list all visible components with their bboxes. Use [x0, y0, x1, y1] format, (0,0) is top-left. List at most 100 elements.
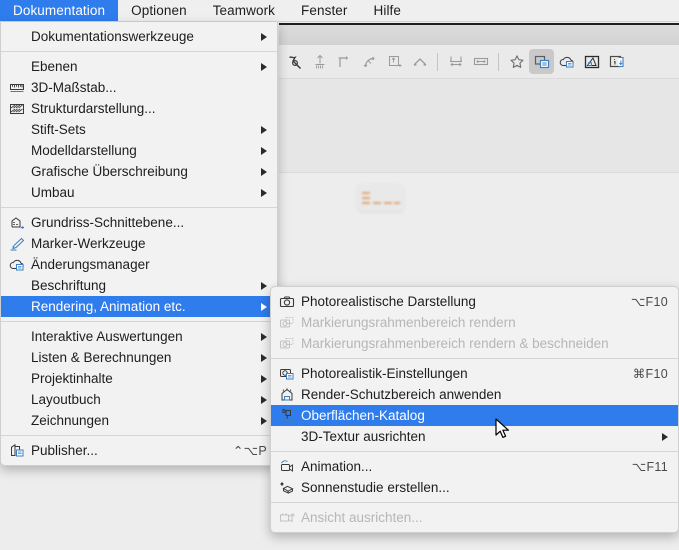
menu-item-label: Grafische Überschreibung — [31, 164, 188, 179]
menu-item-label: Zeichnungen — [31, 413, 110, 428]
menu-separator — [271, 451, 678, 452]
menubar-item-hilfe[interactable]: Hilfe — [361, 0, 415, 21]
canvas-upper-band — [279, 79, 679, 173]
menu-item-label: Markierungsrahmenbereich rendern — [301, 315, 516, 330]
menu-item-rendering-animation-etc[interactable]: Rendering, Animation etc. — [1, 296, 277, 317]
menu-item-änderungsmanager[interactable]: Änderungsmanager — [1, 254, 277, 275]
menubar-item-label: Teamwork — [212, 3, 276, 18]
menu-item-label: Interaktive Auswertungen — [31, 329, 183, 344]
menu-item-ebenen[interactable]: Ebenen — [1, 56, 277, 77]
menu-item-oberflächen-katalog[interactable]: Oberflächen-Katalog — [271, 405, 678, 426]
menu-item-dokumentationswerkzeuge[interactable]: Dokumentationswerkzeuge — [1, 26, 277, 47]
linear-dimension-tool[interactable] — [332, 49, 357, 74]
info-publish-button[interactable] — [604, 49, 629, 74]
radial-dimension-tool[interactable] — [357, 49, 382, 74]
menu-item-sonnenstudie-erstellen[interactable]: Sonnenstudie erstellen... — [271, 477, 678, 498]
scale-ruler-icon — [9, 80, 31, 96]
menu-item-label: Grundriss-Schnittebene... — [31, 215, 185, 230]
menu-item-zeichnungen[interactable]: Zeichnungen — [1, 410, 277, 431]
menubar-item-label: Hilfe — [373, 3, 402, 18]
menu-item-ansicht-ausrichten: Ansicht ausrichten... — [271, 507, 678, 528]
roof-icon — [412, 54, 428, 70]
menu-item-stift-sets[interactable]: Stift-Sets — [1, 119, 277, 140]
menu-item-photorealistik-einstellungen[interactable]: Photorealistik-Einstellungen ⌘F10 — [271, 363, 678, 384]
level-dimension-tool[interactable] — [307, 49, 332, 74]
change-manager-button[interactable] — [554, 49, 579, 74]
menu-separator — [271, 358, 678, 359]
menu-item-listen-berechnungen[interactable]: Listen & Berechnungen — [1, 347, 277, 368]
rendering-submenu: Photorealistische Darstellung ⌥F10 Markie… — [270, 286, 679, 533]
submenu-arrow-icon — [261, 416, 267, 425]
change-manager-icon — [559, 54, 575, 70]
menu-item-marker-werkzeuge[interactable]: Marker-Werkzeuge — [1, 233, 277, 254]
menubar-item-label: Optionen — [131, 3, 187, 18]
submenu-arrow-icon — [261, 125, 267, 134]
layers-panel-button[interactable] — [529, 49, 554, 74]
menu-item-label: Ansicht ausrichten... — [301, 510, 423, 525]
auto-dimension-icon — [448, 54, 464, 70]
floating-palette[interactable] — [358, 184, 403, 211]
toolbar-separator — [498, 52, 499, 71]
magic-wand-tool[interactable] — [282, 49, 307, 74]
menu-item-3d-maßstab[interactable]: 3D-Maßstab... — [1, 77, 277, 98]
menu-item-shortcut: ⌃⌥P — [232, 444, 267, 458]
change-manager-icon — [9, 257, 31, 273]
submenu-arrow-icon — [261, 395, 267, 404]
video-camera-icon — [279, 459, 301, 475]
menu-item-modelldarstellung[interactable]: Modelldarstellung — [1, 140, 277, 161]
menubar-item-dokumentation[interactable]: Dokumentation — [0, 0, 119, 21]
mouse-pointer-icon — [495, 418, 509, 438]
menu-item-layoutbuch[interactable]: Layoutbuch — [1, 389, 277, 410]
menu-item-projektinhalte[interactable]: Projektinhalte — [1, 368, 277, 389]
menu-item-photorealistische-darstellung[interactable]: Photorealistische Darstellung ⌥F10 — [271, 291, 678, 312]
menu-item-label: Dokumentationswerkzeuge — [31, 29, 194, 44]
menu-separator — [271, 502, 678, 503]
sun-study-icon — [279, 480, 301, 496]
menu-item-umbau[interactable]: Umbau — [1, 182, 277, 203]
elevation-dimension-icon — [387, 54, 403, 70]
menu-item-grafische-überschreibung[interactable]: Grafische Überschreibung — [1, 161, 277, 182]
menu-item-label: Oberflächen-Katalog — [301, 408, 425, 423]
menu-item-beschriftung[interactable]: Beschriftung — [1, 275, 277, 296]
menubar-item-optionen[interactable]: Optionen — [118, 0, 200, 21]
camera-icon — [279, 294, 301, 310]
menu-item-animation[interactable]: Animation... ⌥F11 — [271, 456, 678, 477]
submenu-arrow-icon — [261, 146, 267, 155]
menu-separator — [1, 207, 277, 208]
menu-item-label: Marker-Werkzeuge — [31, 236, 146, 251]
menubar-item-label: Dokumentation — [13, 3, 106, 18]
camera-marquee-icon — [279, 315, 301, 331]
level-dimension-icon — [312, 54, 328, 70]
auto-dimension-tool[interactable] — [443, 49, 468, 74]
menu-item-strukturdarstellung[interactable]: Strukturdarstellung... — [1, 98, 277, 119]
menu-item-render-schutzbereich-anwenden[interactable]: Render-Schutzbereich anwenden — [271, 384, 678, 405]
menu-item-publisher[interactable]: Publisher... ⌃⌥P — [1, 440, 277, 461]
menu-item-label: Animation... — [301, 459, 373, 474]
menu-item-shortcut: ⌘F10 — [632, 367, 668, 381]
magic-wand-icon — [287, 54, 303, 70]
menu-item-3d-textur-ausrichten[interactable]: 3D-Textur ausrichten — [271, 426, 678, 447]
submenu-arrow-icon — [261, 32, 267, 41]
menu-item-label: Strukturdarstellung... — [31, 101, 156, 116]
menu-item-grundriss-schnittebene[interactable]: Grundriss-Schnittebene... — [1, 212, 277, 233]
linear-dimension-icon — [337, 54, 353, 70]
elevation-dimension-tool[interactable] — [382, 49, 407, 74]
menu-item-label: Projektinhalte — [31, 371, 113, 386]
section-view-button[interactable] — [579, 49, 604, 74]
submenu-arrow-icon — [662, 432, 668, 441]
section-view-icon — [584, 54, 600, 70]
roof-tool[interactable] — [407, 49, 432, 74]
menu-item-label: Markierungsrahmenbereich rendern & besch… — [301, 336, 609, 351]
interior-dimension-tool[interactable] — [468, 49, 493, 74]
menu-item-label: Stift-Sets — [31, 122, 86, 137]
menu-item-interaktive-auswertungen[interactable]: Interaktive Auswertungen — [1, 326, 277, 347]
menubar-item-teamwork[interactable]: Teamwork — [200, 0, 288, 21]
submenu-arrow-icon — [261, 62, 267, 71]
menu-item-shortcut: ⌥F10 — [630, 295, 668, 309]
favorites-button[interactable] — [504, 49, 529, 74]
menu-item-label: Render-Schutzbereich anwenden — [301, 387, 502, 402]
menubar-item-fenster[interactable]: Fenster — [288, 0, 360, 21]
menu-item-label: Photorealistische Darstellung — [301, 294, 476, 309]
menu-item-label: Publisher... — [31, 443, 98, 458]
surface-catalog-icon — [279, 408, 301, 424]
